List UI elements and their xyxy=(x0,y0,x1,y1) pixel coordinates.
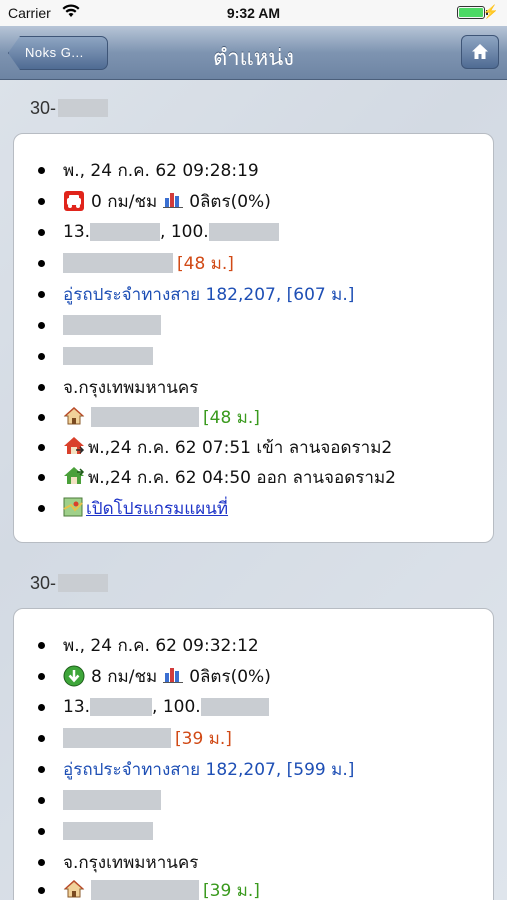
redacted-latitude xyxy=(90,223,161,241)
exit-zone-icon xyxy=(63,466,85,488)
latitude-prefix: 13. xyxy=(63,222,91,242)
clock-label: 9:32 AM xyxy=(226,5,281,21)
fuel-label: 0ลิตร(0%) xyxy=(189,191,271,212)
list-item: เปิดโปรแกรมแผนที่ xyxy=(38,495,228,521)
province-label: จ.กรุงเทพมหานคร xyxy=(63,377,199,398)
fuel-label: 0ลิตร(0%) xyxy=(189,666,271,687)
enter-event-label: พ.,24 ก.ค. 62 07:51 เข้า ลานจอดราม2 xyxy=(88,437,393,458)
list-item xyxy=(38,312,161,338)
redacted-plate xyxy=(58,99,109,117)
list-item: จ.กรุงเทพมหานคร xyxy=(38,374,198,400)
charging-icon: ⚡ xyxy=(482,4,499,19)
home-button[interactable] xyxy=(461,35,499,69)
home-icon xyxy=(472,44,488,59)
list-item: 8 กม/ชม 0ลิตร(0%) xyxy=(38,663,271,689)
parked-car-icon xyxy=(63,190,85,212)
list-item: 0 กม/ชม 0ลิตร(0%) xyxy=(38,188,271,214)
redacted-home xyxy=(91,407,199,427)
list-item: พ.,24 ก.ค. 62 07:51 เข้า ลานจอดราม2 xyxy=(38,434,392,460)
list-item: พ., 24 ก.ค. 62 09:28:19 xyxy=(38,157,259,183)
list-item: จ.กรุงเทพมหานคร xyxy=(38,849,198,875)
section-header: 30- xyxy=(30,573,109,594)
redacted-longitude xyxy=(208,223,279,241)
home-distance: [39 ม.] xyxy=(203,880,260,900)
location-card: พ., 24 ก.ค. 62 09:32:12 8 กม/ชม 0ลิตร(0%… xyxy=(13,608,494,900)
longitude-prefix: , 100. xyxy=(152,697,201,717)
redacted-place xyxy=(63,253,173,273)
navigation-bar: Noks G... ตำแหน่ง xyxy=(0,26,507,80)
bar-chart-icon xyxy=(163,665,184,687)
moving-arrow-icon xyxy=(63,665,85,687)
open-map-link[interactable]: เปิดโปรแกรมแผนที่ xyxy=(86,495,228,522)
latitude-prefix: 13. xyxy=(63,697,91,717)
list-item: [48 ม.] xyxy=(38,404,260,430)
redacted-field xyxy=(63,347,153,365)
datetime-label: พ., 24 ก.ค. 62 09:28:19 xyxy=(63,160,259,181)
list-item: [48 ม.] xyxy=(38,250,234,276)
page-title: ตำแหน่ง xyxy=(212,46,295,71)
plate-prefix: 30- xyxy=(30,573,57,593)
list-item: พ., 24 ก.ค. 62 09:32:12 xyxy=(38,632,259,658)
speed-label: 0 กม/ชม xyxy=(91,191,158,212)
speed-label: 8 กม/ชม xyxy=(91,666,158,687)
list-item: อู่รถประจำทางสาย 182,207, [607 ม.] xyxy=(38,281,354,307)
list-item: [39 ม.] xyxy=(38,877,260,900)
redacted-field xyxy=(63,790,161,810)
bar-chart-icon xyxy=(163,190,184,212)
place-distance: [39 ม.] xyxy=(175,728,232,749)
map-icon xyxy=(63,497,85,519)
redacted-longitude xyxy=(200,698,269,716)
list-item: 13. , 100. xyxy=(38,219,279,245)
redacted-home xyxy=(91,880,199,900)
redacted-field xyxy=(63,822,153,840)
list-item xyxy=(38,343,153,369)
home-icon xyxy=(63,406,85,428)
exit-event-label: พ.,24 ก.ค. 62 04:50 ออก ลานจอดราม2 xyxy=(88,467,396,488)
longitude-prefix: , 100. xyxy=(160,222,209,242)
province-label: จ.กรุงเทพมหานคร xyxy=(63,852,199,873)
route-label: อู่รถประจำทางสาย 182,207, [599 ม.] xyxy=(63,759,355,780)
redacted-latitude xyxy=(90,698,153,716)
list-item: [39 ม.] xyxy=(38,725,232,751)
status-bar: Carrier 9:32 AM ⚡ xyxy=(0,0,507,26)
plate-prefix: 30- xyxy=(30,98,57,118)
list-item xyxy=(38,787,161,813)
list-item: อู่รถประจำทางสาย 182,207, [599 ม.] xyxy=(38,756,354,782)
battery-icon xyxy=(457,6,488,19)
place-distance: [48 ม.] xyxy=(177,253,234,274)
list-item: พ.,24 ก.ค. 62 04:50 ออก ลานจอดราม2 xyxy=(38,464,396,490)
home-distance: [48 ม.] xyxy=(203,407,260,428)
list-item: 13. , 100. xyxy=(38,694,269,720)
home-icon xyxy=(63,879,85,900)
redacted-field xyxy=(63,315,161,335)
redacted-plate xyxy=(58,574,109,592)
enter-zone-icon xyxy=(63,436,85,458)
redacted-place xyxy=(63,728,171,748)
list-item xyxy=(38,818,153,844)
route-label: อู่รถประจำทางสาย 182,207, [607 ม.] xyxy=(63,284,355,305)
datetime-label: พ., 24 ก.ค. 62 09:32:12 xyxy=(63,635,259,656)
section-header: 30- xyxy=(30,98,109,119)
location-card: พ., 24 ก.ค. 62 09:28:19 0 กม/ชม 0ลิตร(0%… xyxy=(13,133,494,543)
